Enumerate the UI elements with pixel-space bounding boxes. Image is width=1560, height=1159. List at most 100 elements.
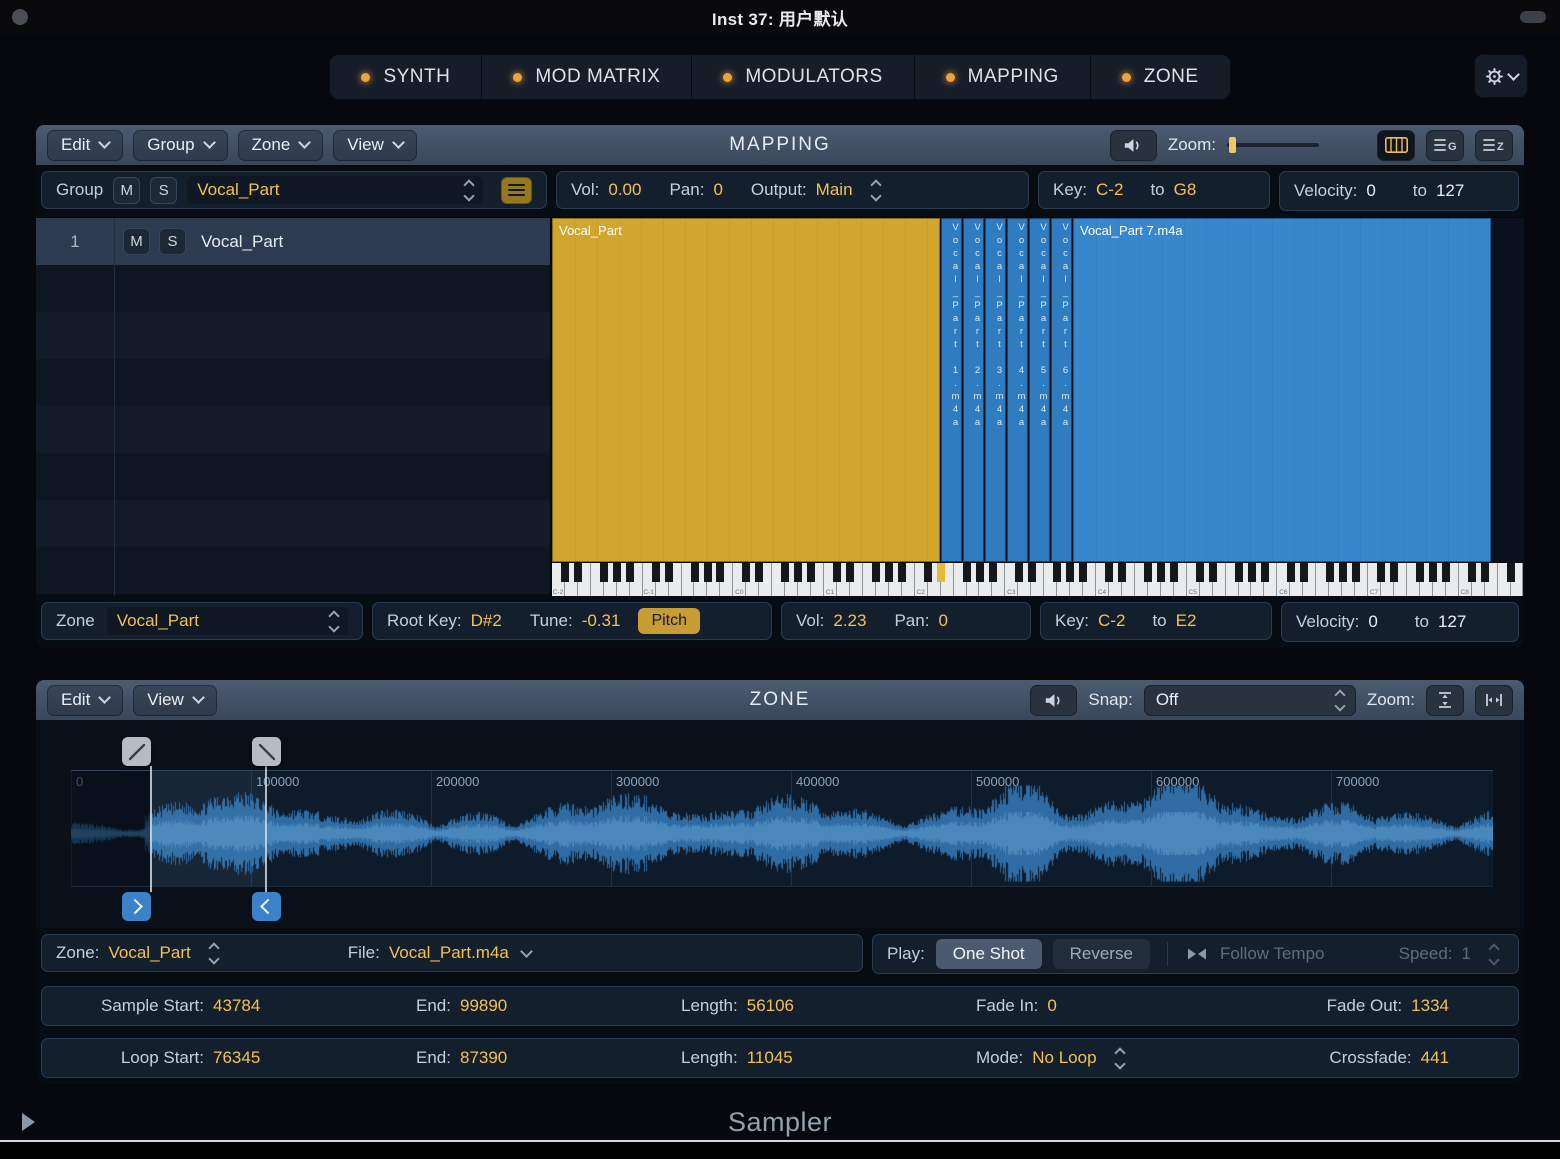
menu-edit[interactable]: Edit: [47, 130, 123, 161]
snap-stepper[interactable]: [1336, 691, 1344, 710]
piano-key-black[interactable]: [781, 563, 789, 582]
group-list-row[interactable]: 1 M S Vocal_Part: [36, 218, 550, 265]
piano-key-black[interactable]: [1416, 563, 1424, 582]
zone-region-selected[interactable]: Vocal_Part: [552, 218, 940, 562]
group-row-name[interactable]: Vocal_Part: [201, 232, 283, 252]
zone-key-low[interactable]: C-2: [1098, 611, 1125, 631]
group-name-field[interactable]: Vocal_Part: [187, 176, 483, 204]
root-key-value[interactable]: D#2: [471, 611, 502, 631]
zone-vel-high[interactable]: 127: [1438, 612, 1466, 632]
row-solo-button[interactable]: S: [159, 228, 186, 255]
row-mute-button[interactable]: M: [123, 228, 150, 255]
piano-key-black[interactable]: [872, 563, 880, 582]
piano-key-black[interactable]: [1157, 563, 1165, 582]
piano-key-black[interactable]: [1028, 563, 1036, 582]
piano-key-black[interactable]: [1468, 563, 1476, 582]
fade-out-handle[interactable]: [252, 737, 281, 766]
group-vel-high[interactable]: 127: [1436, 181, 1464, 201]
piano-key-black[interactable]: [1377, 563, 1385, 582]
loop-start-value[interactable]: 76345: [213, 1048, 260, 1068]
sample-end-line[interactable]: [265, 766, 267, 892]
group-list-empty-row[interactable]: [36, 453, 550, 500]
play-icon[interactable]: [22, 1113, 35, 1131]
window-close-button[interactable]: [12, 9, 28, 25]
piano-key-black[interactable]: [652, 563, 660, 582]
piano-key-black[interactable]: [1015, 563, 1023, 582]
zone-vel-low[interactable]: 0: [1368, 612, 1377, 632]
piano-key-black[interactable]: [742, 563, 750, 582]
piano-key-black[interactable]: [794, 563, 802, 582]
tab-mod-matrix[interactable]: MOD MATRIX: [482, 55, 692, 99]
piano-key-root[interactable]: [937, 563, 945, 582]
piano-key-black[interactable]: [1235, 563, 1243, 582]
piano-key-black[interactable]: [755, 563, 763, 582]
loop-mode-value[interactable]: No Loop: [1032, 1048, 1096, 1068]
zone-strip[interactable]: Vocal_Part 6.m4a: [1051, 218, 1072, 562]
piano-key-black[interactable]: [976, 563, 984, 582]
piano-key-black[interactable]: [1300, 563, 1308, 582]
group-key-low[interactable]: C-2: [1096, 180, 1123, 200]
piano-key-black[interactable]: [574, 563, 582, 582]
tab-zone[interactable]: ZONE: [1091, 55, 1230, 99]
group-vel-low[interactable]: 0: [1366, 181, 1375, 201]
zone-strip[interactable]: Vocal_Part 5.m4a: [1029, 218, 1050, 562]
zone-strip[interactable]: Vocal_Part 4.m4a: [1007, 218, 1028, 562]
piano-key-black[interactable]: [626, 563, 634, 582]
zone-pan-value[interactable]: 0: [938, 611, 947, 631]
follow-tempo-icon[interactable]: [1185, 946, 1209, 962]
group-name-stepper[interactable]: [465, 181, 473, 200]
piano-key-black[interactable]: [1144, 563, 1152, 582]
zone-region-wide[interactable]: Vocal_Part 7.m4a: [1073, 218, 1491, 562]
group-list-empty-row[interactable]: [36, 547, 550, 594]
zone-key-high[interactable]: E2: [1176, 611, 1197, 631]
snap-select[interactable]: Off: [1144, 685, 1356, 716]
pitch-toggle-button[interactable]: Pitch: [638, 608, 700, 634]
piano-key-black[interactable]: [691, 563, 699, 582]
menu-view[interactable]: View: [133, 685, 217, 716]
piano-key-black[interactable]: [1105, 563, 1113, 582]
reverse-button[interactable]: Reverse: [1053, 939, 1150, 969]
zoom-slider-thumb[interactable]: [1229, 137, 1236, 153]
zone-strip[interactable]: Vocal_Part 3.m4a: [985, 218, 1006, 562]
piano-key-black[interactable]: [1352, 563, 1360, 582]
fade-in-handle[interactable]: [122, 737, 151, 766]
piano-key-black[interactable]: [1248, 563, 1256, 582]
audition-speaker-button[interactable]: [1030, 685, 1077, 716]
piano-key-black[interactable]: [898, 563, 906, 582]
settings-button[interactable]: [1474, 54, 1528, 98]
speed-value[interactable]: 1: [1462, 944, 1471, 964]
piano-key-black[interactable]: [1196, 563, 1204, 582]
view-zone-list-button[interactable]: Z: [1475, 130, 1513, 161]
zoom-vertical-button[interactable]: [1426, 685, 1464, 716]
loop-mode-stepper[interactable]: [1116, 1049, 1124, 1068]
tune-value[interactable]: -0.31: [582, 611, 621, 631]
piano-key-black[interactable]: [1209, 563, 1217, 582]
menu-zone[interactable]: Zone: [238, 130, 324, 161]
group-output-value[interactable]: Main: [816, 180, 853, 200]
file-value[interactable]: Vocal_Part.m4a: [389, 943, 509, 963]
group-solo-button[interactable]: S: [150, 177, 177, 204]
piano-key-black[interactable]: [1079, 563, 1087, 582]
piano-key-black[interactable]: [924, 563, 932, 582]
group-menu-button[interactable]: [501, 177, 532, 204]
tab-mapping[interactable]: MAPPING: [915, 55, 1091, 99]
piano-key-black[interactable]: [1261, 563, 1269, 582]
follow-tempo-label[interactable]: Follow Tempo: [1220, 944, 1325, 964]
piano-key-black[interactable]: [1326, 563, 1334, 582]
piano-key-black[interactable]: [716, 563, 724, 582]
piano-key-black[interactable]: [1507, 563, 1515, 582]
piano-key-black[interactable]: [1170, 563, 1178, 582]
piano-key-black[interactable]: [1339, 563, 1347, 582]
piano-key-black[interactable]: [807, 563, 815, 582]
piano-key-black[interactable]: [1118, 563, 1126, 582]
tab-modulators[interactable]: MODULATORS: [692, 55, 914, 99]
one-shot-button[interactable]: One Shot: [936, 939, 1042, 969]
piano-key-black[interactable]: [600, 563, 608, 582]
zone-name-stepper[interactable]: [330, 612, 338, 631]
selected-sample-region[interactable]: [150, 771, 265, 886]
piano-key-black[interactable]: [1287, 563, 1295, 582]
group-list-empty-row[interactable]: [36, 359, 550, 406]
piano-key-black[interactable]: [704, 563, 712, 582]
group-pan-value[interactable]: 0: [713, 180, 722, 200]
piano-key-black[interactable]: [1481, 563, 1489, 582]
